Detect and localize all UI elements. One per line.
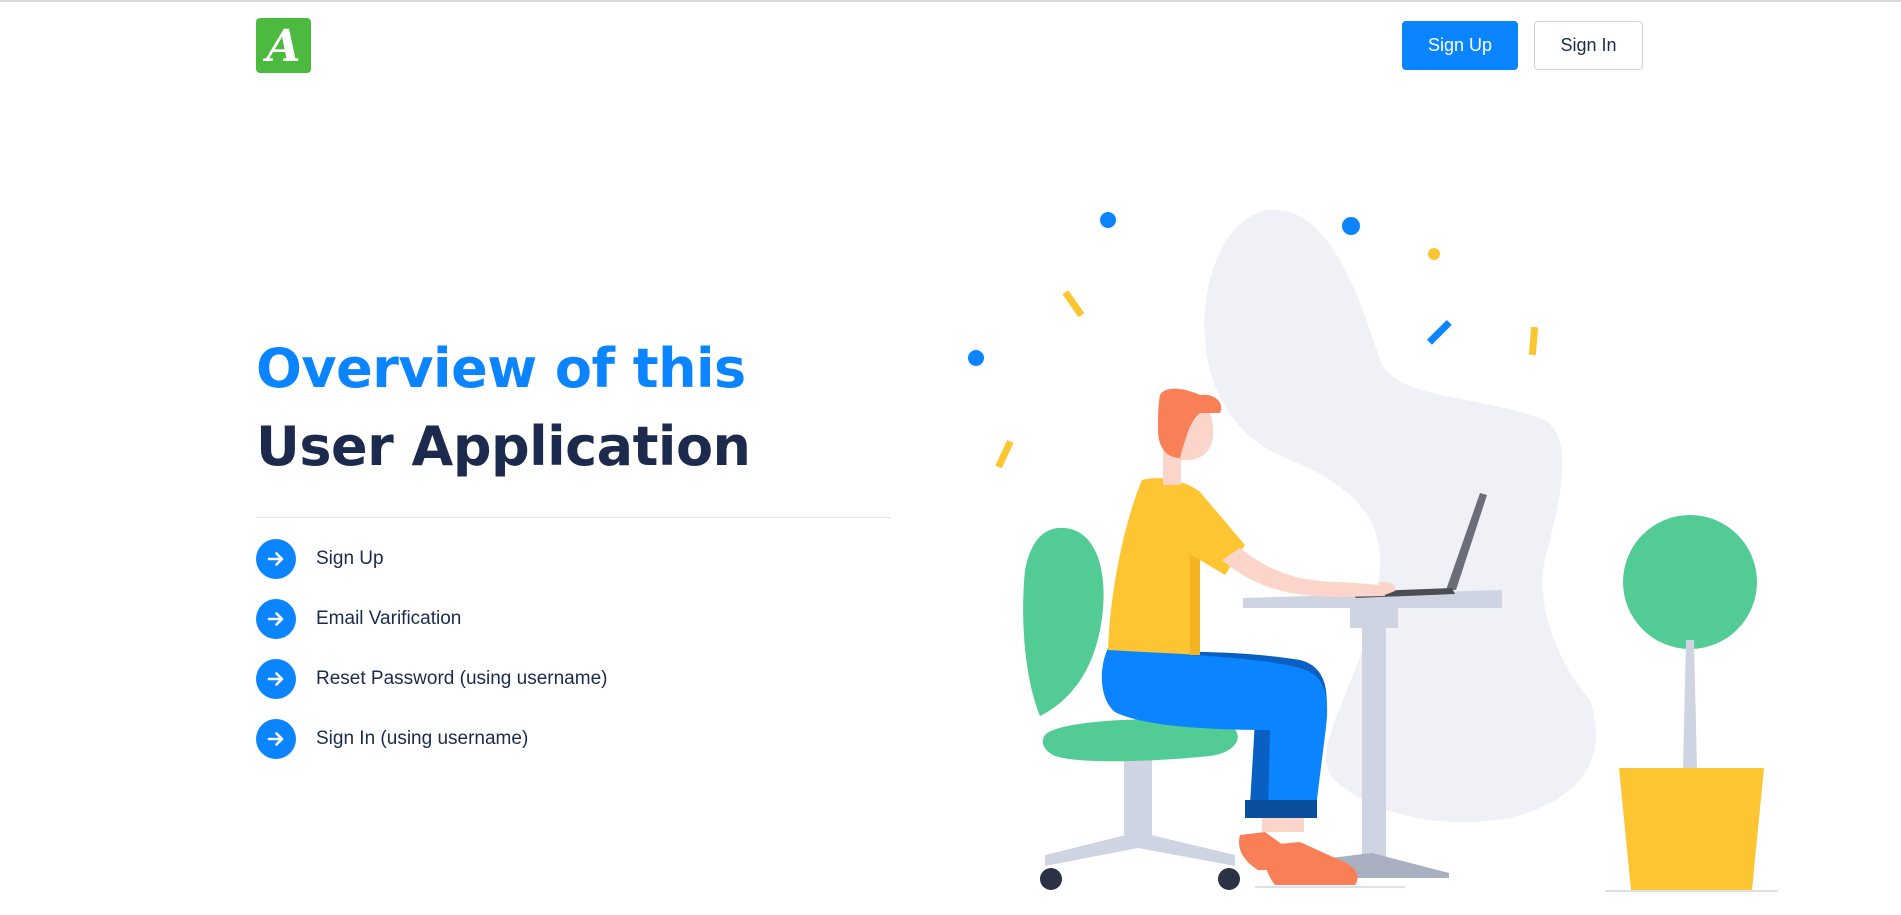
top-border — [0, 0, 1901, 2]
confetti-strip — [1426, 319, 1452, 345]
person-shoe — [1264, 842, 1358, 885]
feature-list: Sign Up Email Varification Reset Passwor… — [256, 539, 607, 779]
hero-title-accent: Overview of this — [256, 337, 746, 400]
feature-label: Sign In (using username) — [316, 728, 529, 749]
confetti-dot — [1428, 248, 1440, 260]
chair-back — [1023, 527, 1104, 716]
hero-title-rest: User Application — [256, 415, 751, 478]
person-ankle — [1262, 818, 1304, 832]
feature-item-reset-password: Reset Password (using username) — [256, 659, 607, 699]
plant-stem — [1683, 640, 1697, 770]
arrow-right-icon — [256, 599, 296, 639]
sign-up-button[interactable]: Sign Up — [1402, 21, 1518, 70]
plant-foliage — [1623, 515, 1757, 649]
feature-item-sign-up: Sign Up — [256, 539, 607, 579]
desk-post — [1362, 628, 1386, 858]
person-torso — [1108, 478, 1245, 655]
desk-neck — [1350, 608, 1398, 628]
chair-base — [1045, 832, 1235, 866]
confetti-strip — [995, 440, 1014, 469]
feature-label: Email Varification — [316, 608, 462, 629]
logo-glyph: A — [266, 20, 301, 72]
person-arm — [1222, 548, 1385, 597]
divider — [256, 517, 891, 518]
sign-in-button[interactable]: Sign In — [1534, 21, 1643, 70]
confetti-dot — [968, 350, 984, 366]
hero-illustration — [968, 209, 1778, 892]
confetti-strip — [1062, 290, 1085, 318]
floor-line — [1255, 886, 1405, 888]
feature-item-sign-in: Sign In (using username) — [256, 719, 607, 759]
chair-wheel — [1218, 868, 1240, 890]
arrow-right-icon — [256, 539, 296, 579]
person-torso-shade — [1190, 555, 1200, 655]
arrow-right-icon — [256, 659, 296, 699]
confetti-dot — [1100, 212, 1116, 228]
confetti-strip — [1528, 326, 1539, 356]
person-cuff — [1245, 800, 1317, 818]
chair-wheel — [1040, 868, 1062, 890]
plant-pot — [1619, 768, 1764, 890]
arrow-right-icon — [256, 719, 296, 759]
hero-title: Overview of this User Application — [256, 330, 896, 486]
feature-item-email-verification: Email Varification — [256, 599, 607, 639]
feature-label: Reset Password (using username) — [316, 668, 608, 689]
plant-floor-line — [1605, 890, 1778, 892]
feature-label: Sign Up — [316, 548, 384, 569]
confetti-dot — [1342, 217, 1360, 235]
app-logo-icon[interactable]: A — [256, 18, 311, 73]
